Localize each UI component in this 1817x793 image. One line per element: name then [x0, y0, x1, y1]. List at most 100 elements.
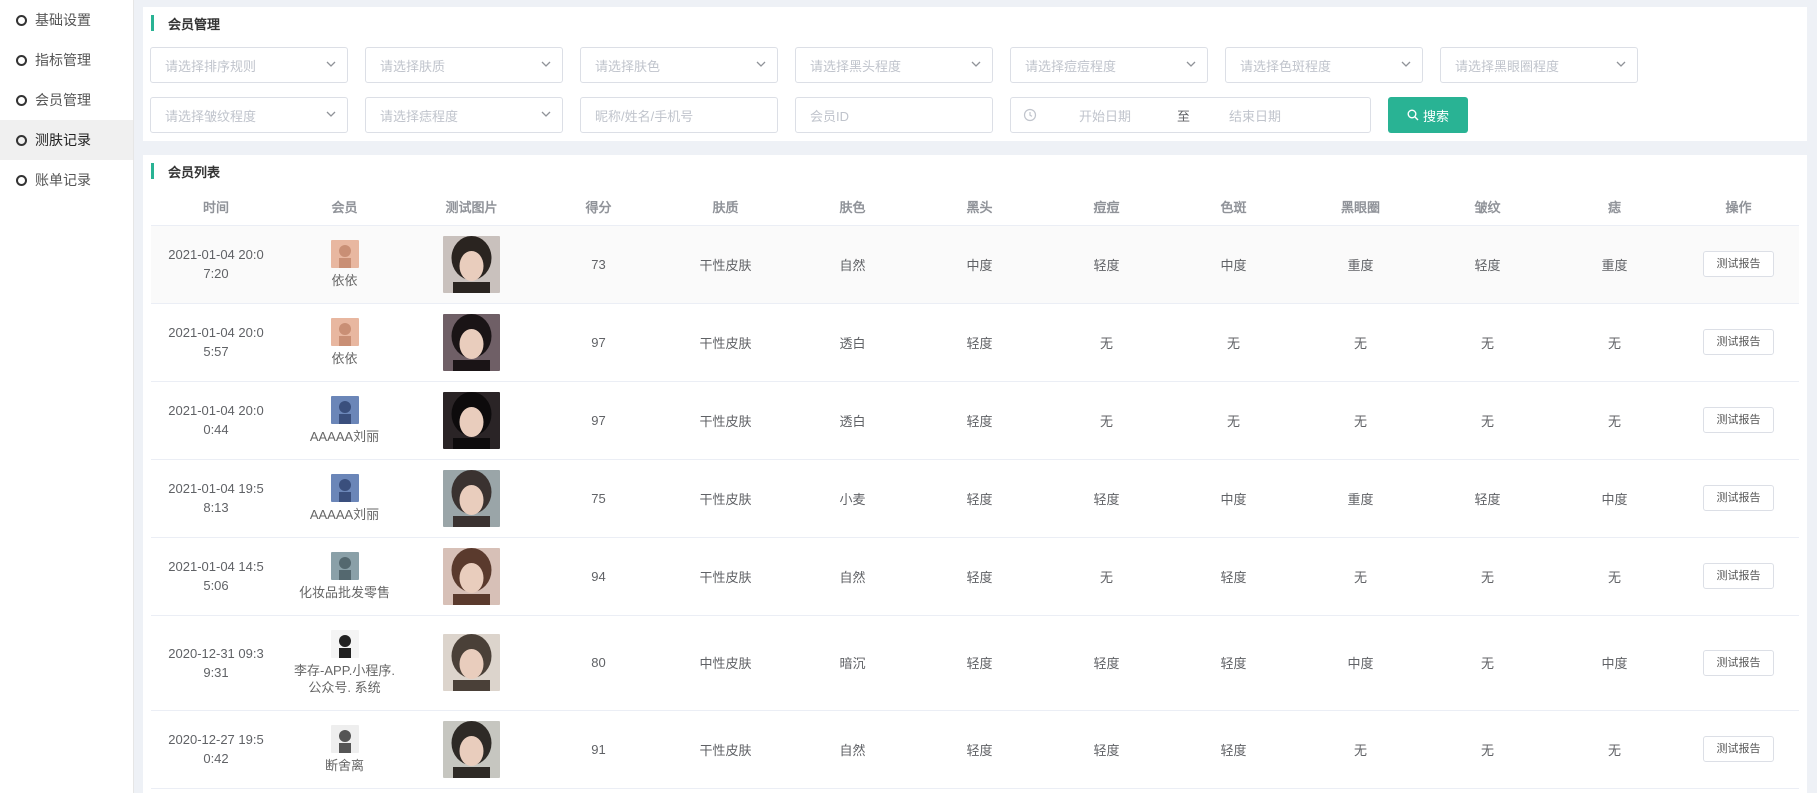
acne-cell: 轻度 [1043, 710, 1170, 789]
avatar [330, 724, 359, 753]
circle-icon [16, 14, 27, 26]
sidebar-item-label: 基础设置 [35, 12, 91, 28]
date-end-input[interactable]: 结束日期 [1229, 106, 1281, 125]
table-row: 2021-01-04 20:07:20 依依 73 干性皮肤 自然 中度 轻度 中度 重度 轻度重… [151, 225, 1799, 304]
test-report-button[interactable]: 测试报告 [1703, 329, 1774, 355]
spot-cell: 中度 [1170, 459, 1297, 538]
mole-cell: 无 [1551, 710, 1678, 789]
test-photo-image [443, 634, 500, 691]
test-report-button[interactable]: 测试报告 [1703, 485, 1774, 511]
member-cell: 李存-APP.小程序.公众号. 系统 [281, 615, 408, 711]
sidebar-item-label: 指标管理 [35, 52, 91, 68]
test-photo-image [443, 313, 500, 371]
member-cell: 依依 [281, 225, 408, 304]
chevron-down-icon [1186, 61, 1196, 67]
list-panel-title: 会员列表 [151, 163, 220, 180]
member-id-input[interactable]: 会员ID [795, 97, 993, 133]
sidebar-item-skin-test-records[interactable]: 测肤记录 [0, 120, 133, 160]
mole-cell: 中度 [1551, 459, 1678, 538]
sidebar-item-billing-records[interactable]: 账单记录 [0, 160, 133, 200]
acne-cell: 无 [1043, 381, 1170, 460]
filter-select[interactable]: 请选择痘痘程度 [1010, 47, 1208, 83]
sidebar-item-member-management[interactable]: 会员管理 [0, 80, 133, 120]
filter-select[interactable]: 请选择黑头程度 [795, 47, 993, 83]
date-range-picker[interactable]: 开始日期 至 结束日期 [1010, 97, 1371, 133]
spot-cell: 中度 [1170, 225, 1297, 304]
filter-select[interactable]: 请选择肤质 [365, 47, 563, 83]
spot-cell: 无 [1170, 303, 1297, 382]
circle-icon [16, 134, 27, 146]
skin-color-cell: 透白 [789, 381, 916, 460]
table-row: 2020-12-27 19:50:42 断舍离 91 干性皮肤 自然 轻度 轻度 轻度无无无测… [151, 710, 1799, 789]
column-header: 肤色 [789, 188, 916, 226]
filter-select[interactable]: 请选择排序规则 [150, 47, 348, 83]
time-cell: 2021-01-04 20:05:57 [151, 303, 281, 382]
filter-row: 请选择皱纹程度 请选择痣程度 昵称/姓名/手机号 会员ID 开始日期 至 结束日期… [150, 97, 1670, 133]
avatar [330, 551, 359, 580]
filter-select[interactable]: 请选择肤色 [580, 47, 778, 83]
test-report-button[interactable]: 测试报告 [1703, 251, 1774, 277]
member-cell: 化妆品批发零售 [281, 537, 408, 616]
test-photo[interactable] [443, 634, 500, 691]
blackhead-cell: 轻度 [916, 381, 1043, 460]
filter-select[interactable]: 请选择皱纹程度 [150, 97, 348, 133]
filter-select[interactable]: 请选择色斑程度 [1225, 47, 1423, 83]
mole-cell: 重度 [1551, 225, 1678, 304]
table-row: 2021-01-04 19:58:13 AAAAA刘丽 75 干性皮肤 小麦 轻度 轻度 中度… [151, 459, 1799, 538]
time-cell: 2021-01-04 19:58:13 [151, 459, 281, 538]
action-cell: 测试报告 [1678, 303, 1799, 382]
spot-cell: 轻度 [1170, 537, 1297, 616]
sidebar-item-index-management[interactable]: 指标管理 [0, 40, 133, 80]
wrinkle-cell: 无 [1424, 303, 1551, 382]
member-name: 李存-APP.小程序.公众号. 系统 [294, 662, 395, 695]
name-phone-input[interactable]: 昵称/姓名/手机号 [580, 97, 778, 133]
blackhead-cell: 轻度 [916, 303, 1043, 382]
test-photo[interactable] [443, 313, 500, 371]
list-panel: 会员列表 时间 会员 测试图片 得分 肤质 肤色 黑头 痘痘 色斑 黑眼圈 皱纹痣操作 2021-0… [143, 155, 1807, 793]
filter-select[interactable]: 请选择黑眼圈程度 [1440, 47, 1638, 83]
table-row: 2021-01-04 14:55:06 化妆品批发零售 94 干性皮肤 自然 轻度无轻度无… [151, 537, 1799, 616]
test-photo[interactable] [443, 720, 500, 778]
test-photo[interactable] [443, 547, 500, 605]
test-report-button[interactable]: 测试报告 [1703, 407, 1774, 433]
title-accent-bar [151, 163, 154, 179]
member-table: 时间 会员 测试图片 得分 肤质 肤色 黑头 痘痘 色斑 黑眼圈 皱纹痣操作 2021-01-04 … [151, 188, 1799, 789]
column-header: 黑眼圈 [1297, 188, 1424, 226]
column-header: 肤质 [662, 188, 789, 226]
chevron-down-icon [1616, 61, 1626, 67]
chevron-down-icon [326, 111, 336, 117]
chevron-down-icon [1401, 61, 1411, 67]
search-icon [1407, 109, 1419, 121]
test-photo[interactable] [443, 391, 500, 449]
score-cell: 91 [535, 710, 662, 789]
test-photo[interactable] [443, 235, 500, 293]
test-report-button[interactable]: 测试报告 [1703, 736, 1774, 762]
test-photo[interactable] [443, 469, 500, 527]
dark-circle-cell: 中度 [1297, 615, 1424, 711]
score-cell: 94 [535, 537, 662, 616]
table-row: 2020-12-31 09:39:31 李存-APP.小程序.公众号. 系统 80 中… [151, 615, 1799, 711]
skin-color-cell: 小麦 [789, 459, 916, 538]
member-name: 依依 [331, 272, 358, 288]
acne-cell: 轻度 [1043, 225, 1170, 304]
circle-icon [16, 54, 27, 66]
acne-cell: 轻度 [1043, 615, 1170, 711]
test-report-button[interactable]: 测试报告 [1703, 563, 1774, 589]
test-report-button[interactable]: 测试报告 [1703, 649, 1774, 676]
action-cell: 测试报告 [1678, 615, 1799, 711]
filter-select[interactable]: 请选择痣程度 [365, 97, 563, 133]
member-cell: 依依 [281, 303, 408, 382]
dark-circle-cell: 重度 [1297, 225, 1424, 304]
skin-type-cell: 干性皮肤 [662, 537, 789, 616]
sidebar-item-basic-settings[interactable]: 基础设置 [0, 0, 133, 40]
mole-cell: 无 [1551, 381, 1678, 460]
time-cell: 2020-12-27 19:50:42 [151, 710, 281, 789]
date-start-input[interactable]: 开始日期 [1079, 106, 1131, 125]
avatar [330, 239, 359, 268]
skin-color-cell: 暗沉 [789, 615, 916, 711]
column-header: 得分 [535, 188, 662, 226]
filter-form: 请选择排序规则 请选择肤质 请选择肤色 请选择黑头程度 请选择痘痘程度 请选择色斑程度 请选… [150, 47, 1670, 147]
search-button[interactable]: 搜索 [1388, 97, 1468, 133]
dark-circle-cell: 重度 [1297, 459, 1424, 538]
table-row: 2021-01-04 20:05:57 依依 97 干性皮肤 透白 轻度无无无无无测试报告 [151, 303, 1799, 382]
